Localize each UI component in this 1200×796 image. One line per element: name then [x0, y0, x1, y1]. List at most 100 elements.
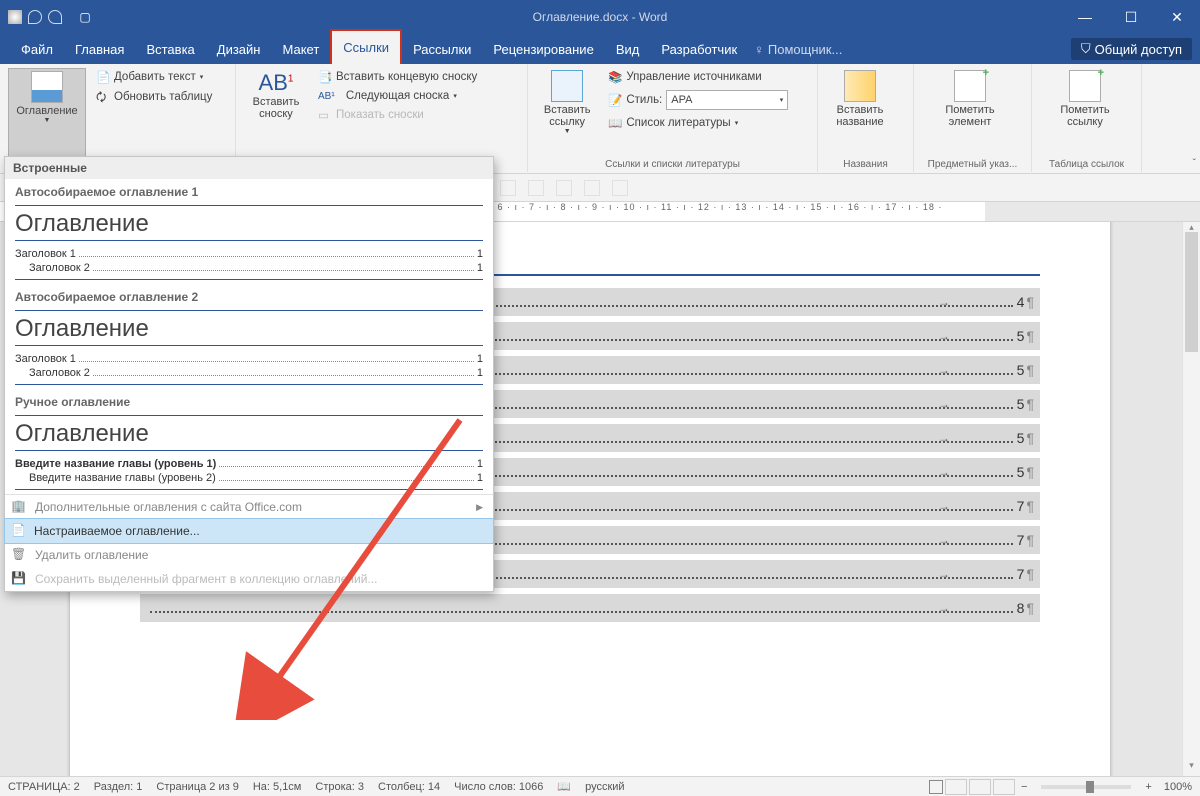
caption-icon	[844, 70, 876, 102]
zoom-slider[interactable]	[1041, 785, 1131, 789]
add-text-icon: 📄	[96, 70, 110, 84]
zoom-level[interactable]: 100%	[1164, 781, 1192, 793]
insert-citation-button[interactable]: Вставить ссылку ▼	[536, 68, 598, 159]
insert-footnote-label: Вставить сноску	[253, 96, 300, 120]
share-button[interactable]: ⛉ Общий доступ	[1071, 38, 1192, 60]
mark-citation-button[interactable]: + Пометить ссылку	[1040, 68, 1130, 159]
tab-design[interactable]: Дизайн	[206, 34, 272, 64]
tab-mailings[interactable]: Рассылки	[402, 34, 482, 64]
gallery-header: Встроенные	[5, 157, 493, 179]
next-footnote-button[interactable]: AB¹ Следующая сноска ▾	[314, 88, 481, 104]
preview-title: Оглавление	[15, 420, 483, 451]
status-section[interactable]: Раздел: 1	[94, 781, 143, 793]
status-at[interactable]: На: 5,1см	[253, 781, 302, 793]
scroll-down-icon[interactable]: ▾	[1183, 760, 1200, 776]
status-col[interactable]: Столбец: 14	[378, 781, 440, 793]
bibliography-icon: 📖	[608, 116, 622, 130]
qat-icon-4[interactable]	[584, 180, 600, 196]
citation-style-select[interactable]: APA▾	[666, 90, 788, 110]
tab-review[interactable]: Рецензирование	[482, 34, 604, 64]
toc-button[interactable]: Оглавление ▼	[8, 68, 86, 159]
collapse-ribbon-icon[interactable]: ˇ	[1193, 158, 1196, 169]
scroll-thumb[interactable]	[1185, 232, 1198, 352]
show-footnotes-button: ▭Показать сноски	[314, 106, 481, 124]
ruler-gray-region	[985, 202, 1200, 221]
macro-record-icon[interactable]	[929, 780, 943, 794]
tab-layout[interactable]: Макет	[271, 34, 330, 64]
tell-me-label: Помощник...	[768, 42, 842, 57]
qat-icon-5[interactable]	[612, 180, 628, 196]
insert-caption-button[interactable]: Вставить название	[826, 68, 894, 159]
style-icon: 📝	[608, 93, 622, 107]
add-text-label: Добавить текст	[114, 71, 196, 83]
preview-title: Оглавление	[15, 315, 483, 346]
gallery-auto1[interactable]: Автособираемое оглавление 1 Оглавление З…	[5, 179, 493, 284]
menu-more-office[interactable]: 🏢 Дополнительные оглавления с сайта Offi…	[5, 495, 493, 519]
citation-style-row: 📝Стиль: APA▾	[604, 88, 809, 112]
save-selection-icon: 💾	[11, 571, 27, 587]
update-table-button[interactable]: 🗘Обновить таблицу	[92, 88, 216, 106]
zoom-in-button[interactable]: +	[1141, 781, 1155, 793]
save-icon[interactable]	[8, 10, 22, 24]
mark-entry-button[interactable]: + Пометить элемент	[922, 68, 1018, 159]
next-footnote-label: Следующая сноска	[346, 90, 449, 102]
vertical-scrollbar[interactable]: ▴ ▾	[1182, 222, 1200, 776]
toc-entry-row[interactable]: →8	[140, 594, 1040, 622]
share-label: Общий доступ	[1095, 42, 1182, 57]
gallery-auto2-label: Автособираемое оглавление 2	[15, 290, 483, 304]
title-bar: Оглавление.docx - Word ▢ ― ☐ ✕	[0, 0, 1200, 34]
view-print-layout[interactable]	[945, 779, 967, 795]
menu-save-label: Сохранить выделенный фрагмент в коллекци…	[35, 572, 377, 586]
gallery-manual-preview: Оглавление Введите название главы (урове…	[15, 415, 483, 490]
insert-endnote-button[interactable]: 📑Вставить концевую сноску	[314, 68, 481, 86]
qat-icon-1[interactable]	[500, 180, 516, 196]
menu-custom-label: Настраиваемое оглавление...	[34, 524, 200, 538]
group-caption-captions: Названия	[826, 159, 905, 172]
gallery-auto2[interactable]: Автособираемое оглавление 2 Оглавление З…	[5, 284, 493, 389]
quick-access-toolbar	[0, 10, 62, 24]
tab-developer[interactable]: Разработчик	[650, 34, 748, 64]
ribbon-display-options-icon[interactable]: ▢	[62, 10, 108, 24]
ribbon-tabs: Файл Главная Вставка Дизайн Макет Ссылки…	[0, 34, 1200, 64]
redo-icon[interactable]	[48, 10, 62, 24]
tab-references[interactable]: Ссылки	[330, 29, 402, 64]
menu-remove-toc[interactable]: 🗑 Удалить оглавление	[5, 543, 493, 567]
preview-row: Введите название главы (уровень 1)	[15, 458, 216, 470]
qat-icon-3[interactable]	[556, 180, 572, 196]
gallery-manual-label: Ручное оглавление	[15, 395, 483, 409]
preview-row: Введите название главы (уровень 2)	[29, 472, 216, 484]
tab-home[interactable]: Главная	[64, 34, 135, 64]
close-button[interactable]: ✕	[1154, 0, 1200, 34]
gallery-manual[interactable]: Ручное оглавление Оглавление Введите наз…	[5, 389, 493, 494]
style-value: APA	[671, 94, 692, 106]
tab-view[interactable]: Вид	[605, 34, 651, 64]
footnote-icon: AB1	[259, 70, 294, 96]
status-lang[interactable]: русский	[585, 781, 624, 793]
status-words[interactable]: Число слов: 1066	[454, 781, 543, 793]
tab-file[interactable]: Файл	[10, 34, 64, 64]
tab-insert[interactable]: Вставка	[135, 34, 205, 64]
manage-sources-button[interactable]: 📚Управление источниками	[604, 68, 809, 86]
group-caption-index: Предметный указ...	[922, 159, 1023, 172]
toc-icon	[31, 71, 63, 103]
manage-sources-icon: 📚	[608, 70, 622, 84]
status-pages[interactable]: Страница 2 из 9	[156, 781, 238, 793]
ruler-marks: · 6 · ı · 7 · ı · 8 · ı · 9 · ı · 10 · ı…	[490, 202, 942, 212]
status-page[interactable]: СТРАНИЦА: 2	[8, 781, 80, 793]
zoom-out-button[interactable]: −	[1017, 781, 1031, 793]
undo-icon[interactable]	[28, 10, 42, 24]
menu-custom-toc[interactable]: 📄 Настраиваемое оглавление...	[4, 518, 494, 544]
minimize-button[interactable]: ―	[1062, 0, 1108, 34]
status-proofing-icon[interactable]: 📖	[557, 780, 571, 793]
toc-button-label: Оглавление	[16, 105, 77, 117]
add-text-button[interactable]: 📄Добавить текст ▾	[92, 68, 216, 86]
share-icon: ⛉	[1081, 41, 1091, 57]
view-web-layout[interactable]	[993, 779, 1015, 795]
status-line[interactable]: Строка: 3	[315, 781, 364, 793]
insert-footnote-button[interactable]: AB1 Вставить сноску	[244, 68, 308, 159]
view-read-mode[interactable]	[969, 779, 991, 795]
maximize-button[interactable]: ☐	[1108, 0, 1154, 34]
tell-me[interactable]: ♀ Помощник...	[754, 42, 842, 57]
bibliography-button[interactable]: 📖Список литературы ▾	[604, 114, 809, 132]
qat-icon-2[interactable]	[528, 180, 544, 196]
